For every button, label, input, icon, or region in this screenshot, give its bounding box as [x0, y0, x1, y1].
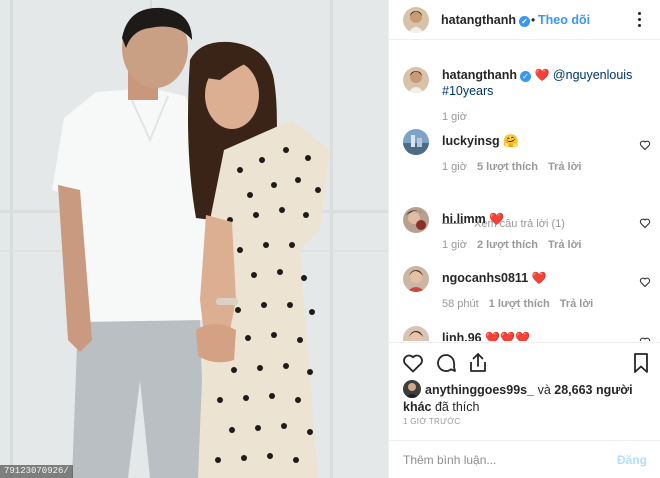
caption-mention-link[interactable]: @nguyenlouis [553, 68, 632, 82]
couple-photo-illustration [0, 0, 388, 478]
reply-button[interactable]: Trả lời [548, 239, 582, 251]
post-comment-button[interactable]: Đăng [617, 453, 647, 467]
comment-likes-count[interactable]: 1 lượt thích [489, 298, 550, 310]
liker-username[interactable]: anythinggoes99s_ [425, 383, 534, 397]
commenter-avatar[interactable] [403, 266, 429, 292]
comment-text: linh.96 ❤️❤️❤️ [442, 331, 530, 341]
comment-text: luckyinsg 🤗 [442, 134, 519, 149]
commenter-username[interactable]: luckyinsg [442, 134, 500, 148]
likes-connector: và [537, 383, 551, 397]
comment-like-icon[interactable] [639, 139, 651, 151]
add-comment-bar: Đăng [389, 440, 660, 478]
caption-hashtag-link[interactable]: #10years [442, 84, 493, 98]
author-username[interactable]: hatangthanh ✓ [441, 13, 530, 27]
comment-like-icon[interactable] [639, 276, 651, 288]
post-header: hatangthanh ✓ • Theo dõi [389, 0, 660, 40]
comment-body: ❤️ [531, 271, 547, 285]
comment-body: ❤️❤️❤️ [485, 331, 530, 341]
comment-time: 58 phút [442, 298, 479, 310]
comment-meta: 1 giờ 2 lượt thích Trả lời [442, 239, 591, 251]
comment-like-icon[interactable] [639, 217, 651, 229]
post-timestamp[interactable]: 1 GIỜ TRƯỚC [403, 417, 461, 426]
share-icon[interactable] [466, 351, 490, 375]
caption-author-avatar[interactable] [403, 67, 429, 93]
verified-badge-icon: ✓ [519, 16, 530, 27]
commenter-username[interactable]: linh.96 [442, 331, 482, 341]
commenter-avatar[interactable] [403, 207, 429, 233]
verified-badge-icon: ✓ [520, 71, 531, 82]
commenter-username[interactable]: ngocanhs0811 [442, 271, 528, 285]
comment-body: 🤗 [503, 134, 519, 148]
heart-outline-icon[interactable] [401, 351, 425, 375]
caption-line: hatangthanh ✓ ❤️ @nguyenlouis [442, 68, 632, 82]
author-avatar[interactable] [403, 7, 429, 33]
comment-likes-count[interactable]: 5 lượt thích [477, 161, 538, 173]
comment-item: hi.limm ❤️ 1 giờ 2 lượt thích Trả lời [389, 207, 660, 267]
comment-item: linh.96 ❤️❤️❤️ [389, 326, 660, 341]
comment-item: luckyinsg 🤗 1 giờ 5 lượt thích Trả lời [389, 129, 660, 189]
reply-button[interactable]: Trả lời [560, 298, 594, 310]
liker-avatar[interactable] [403, 380, 421, 398]
comment-input[interactable] [403, 449, 603, 471]
reply-button[interactable]: Trả lời [548, 161, 582, 173]
comment-item: ngocanhs0811 ❤️ 58 phút 1 lượt thích Trả l… [389, 266, 660, 326]
caption-heart-emoji: ❤️ [534, 68, 550, 82]
follow-button[interactable]: Theo dõi [538, 13, 590, 27]
comment-text: ngocanhs0811 ❤️ [442, 271, 547, 285]
photo-watermark-text: 79123070926/ [0, 465, 73, 478]
commenter-avatar[interactable] [403, 326, 429, 341]
comment-text: hi.limm ❤️ [442, 212, 504, 226]
comment-icon[interactable] [434, 351, 458, 375]
likes-summary: anythinggoes99s_ và 28,663 người khác đã… [403, 380, 653, 416]
likes-suffix: đã thích [434, 400, 480, 414]
comment-time: 1 giờ [442, 239, 467, 251]
commenter-avatar[interactable] [403, 129, 429, 155]
post-actions: anythinggoes99s_ và 28,663 người khác đã… [389, 342, 660, 440]
bookmark-icon[interactable] [629, 351, 653, 375]
post-photo[interactable]: 79123070926/ [0, 0, 388, 478]
comment-body: ❤️ [489, 212, 505, 226]
comment-meta: 58 phút 1 lượt thích Trả lời [442, 298, 603, 310]
commenter-username[interactable]: hi.limm [442, 212, 486, 226]
author-username-text[interactable]: hatangthanh [441, 13, 516, 27]
comment-likes-count[interactable]: 2 lượt thích [477, 239, 538, 251]
caption-username[interactable]: hatangthanh [442, 68, 517, 82]
post-sidebar: hatangthanh ✓ • Theo dõi hatangthanh ✓ ❤️ … [388, 0, 660, 478]
comment-like-icon[interactable] [639, 336, 651, 341]
separator-dot: • [531, 13, 536, 27]
comment-time: 1 giờ [442, 161, 467, 173]
more-options-icon[interactable] [629, 9, 649, 29]
comment-meta: 1 giờ 5 lượt thích Trả lời [442, 161, 591, 173]
comments-list[interactable]: hatangthanh ✓ ❤️ @nguyenlouis #10years 1 … [389, 41, 660, 341]
caption-time: 1 giờ [442, 111, 467, 123]
